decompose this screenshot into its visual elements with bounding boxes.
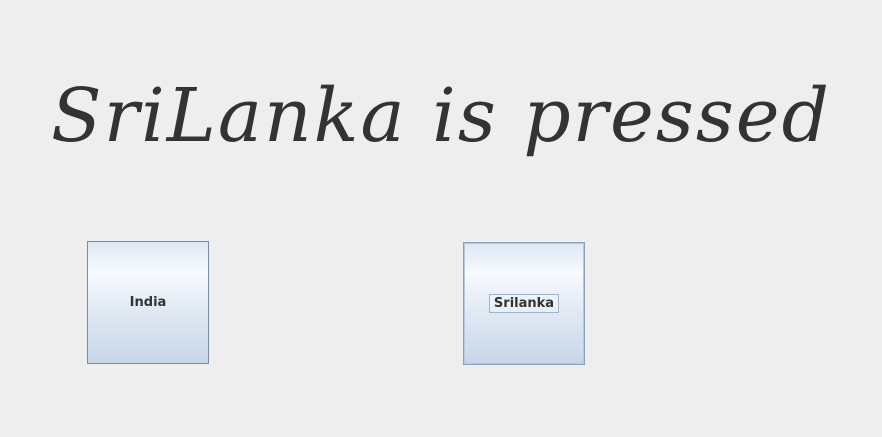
status-message: SriLanka is pressed [51, 73, 831, 159]
srilanka-button-label: Srilanka [488, 294, 560, 313]
india-button[interactable]: India [87, 241, 209, 364]
srilanka-button[interactable]: Srilanka [463, 242, 585, 365]
india-button-label: India [129, 295, 167, 310]
